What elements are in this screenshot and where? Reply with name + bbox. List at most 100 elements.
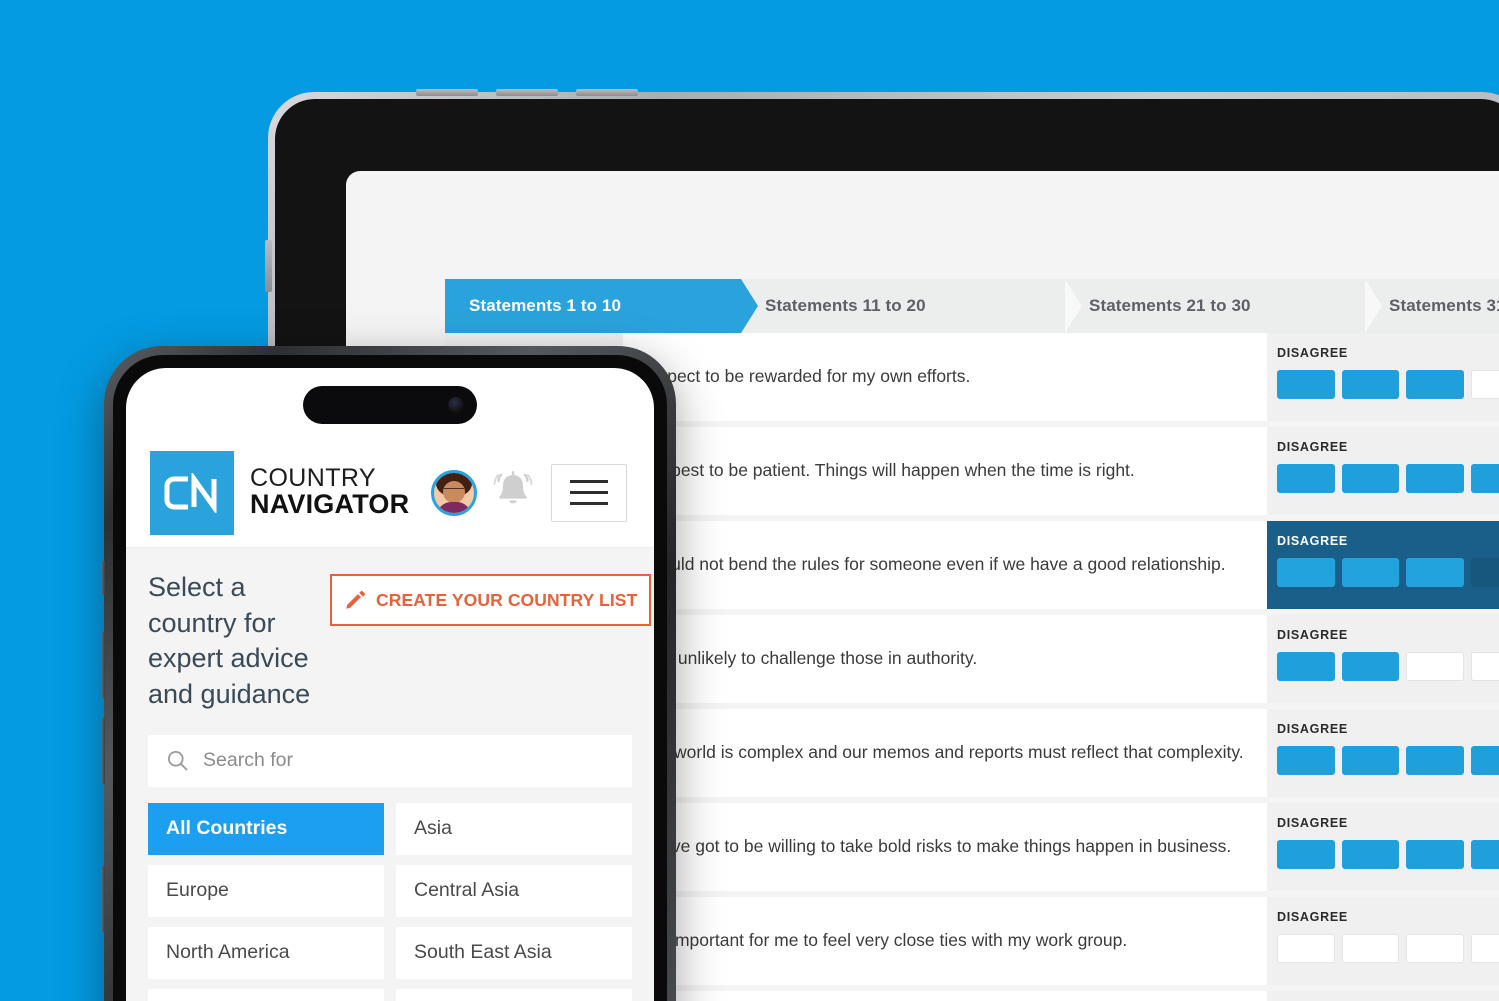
tab-statements-11-20[interactable]: Statements 11 to 20 bbox=[741, 279, 1082, 333]
rating-segment[interactable] bbox=[1470, 370, 1499, 399]
rating-segment[interactable] bbox=[1470, 464, 1499, 493]
tab-statements-1-10[interactable]: Statements 1 to 10 bbox=[445, 279, 758, 333]
phone-power-button[interactable] bbox=[101, 866, 105, 932]
tab-label: Statements 11 to 20 bbox=[765, 296, 926, 315]
rating-segment[interactable] bbox=[1406, 840, 1464, 869]
region-item[interactable]: Central Asia bbox=[396, 864, 632, 917]
statement-text: You've got to be willing to take bold ri… bbox=[623, 803, 1267, 891]
rating-segment[interactable] bbox=[1341, 840, 1399, 869]
rating-segment[interactable] bbox=[1470, 934, 1499, 963]
tab-statements-21-30[interactable]: Statements 21 to 30 bbox=[1065, 279, 1382, 333]
avatar-glasses bbox=[444, 487, 465, 493]
phone-volume-up-button[interactable] bbox=[101, 632, 105, 698]
rating-scale[interactable]: DISAGREE bbox=[1267, 521, 1499, 609]
region-item[interactable]: Middle East bbox=[396, 988, 632, 1001]
search-input[interactable]: Search for bbox=[148, 734, 632, 787]
search-placeholder: Search for bbox=[203, 749, 293, 771]
region-item[interactable]: Europe bbox=[148, 864, 384, 917]
rating-segment[interactable] bbox=[1470, 652, 1499, 681]
rating-scale[interactable]: DISAGREE bbox=[1267, 427, 1499, 515]
statement-text: I am unlikely to challenge those in auth… bbox=[623, 615, 1267, 703]
rating-segment[interactable] bbox=[1277, 934, 1335, 963]
rating-scale[interactable]: DISAGREE bbox=[1267, 897, 1499, 985]
statement-text: It is important for me to feel very clos… bbox=[623, 897, 1267, 985]
tab-label: Statements 1 to 10 bbox=[469, 296, 622, 315]
statement-text: I would not bend the rules for someone e… bbox=[623, 521, 1267, 609]
rating-label: DISAGREE bbox=[1277, 440, 1348, 454]
rating-label: DISAGREE bbox=[1277, 346, 1348, 360]
phone-mute-switch[interactable] bbox=[101, 561, 105, 595]
rating-segment[interactable] bbox=[1277, 840, 1335, 869]
statement-text: I expect to be rewarded for my own effor… bbox=[623, 333, 1267, 421]
tablet-side-button-1[interactable] bbox=[265, 240, 272, 292]
rating-segment[interactable] bbox=[1470, 558, 1499, 587]
rating-segment[interactable] bbox=[1406, 934, 1464, 963]
rating-segment[interactable] bbox=[1341, 746, 1399, 775]
rating-label: DISAGREE bbox=[1277, 910, 1348, 924]
rating-segment[interactable] bbox=[1277, 464, 1335, 493]
rating-scale[interactable]: DISAGREE bbox=[1267, 333, 1499, 421]
rating-segment[interactable] bbox=[1341, 370, 1399, 399]
rating-segment[interactable] bbox=[1341, 934, 1399, 963]
tab-notch-icon bbox=[1065, 279, 1082, 333]
region-item[interactable]: Central America bbox=[148, 988, 384, 1001]
rating-scale[interactable]: DISAGREE bbox=[1267, 709, 1499, 797]
rating-segment[interactable] bbox=[1277, 370, 1335, 399]
rating-segment[interactable] bbox=[1341, 558, 1399, 587]
avatar-body bbox=[437, 501, 472, 513]
cta-label: CREATE YOUR COUNTRY LIST bbox=[376, 589, 638, 610]
dynamic-island bbox=[303, 386, 477, 424]
logo-line-2: NAVIGATOR bbox=[250, 489, 410, 520]
tab-statements-31-45[interactable]: Statements 31 to 45 bbox=[1365, 279, 1499, 333]
rating-segments bbox=[1277, 840, 1499, 869]
rating-label: DISAGREE bbox=[1277, 534, 1348, 548]
rating-label: DISAGREE bbox=[1277, 722, 1348, 736]
search-icon bbox=[167, 750, 188, 771]
rating-segment[interactable] bbox=[1341, 464, 1399, 493]
rating-segments bbox=[1277, 464, 1499, 493]
rating-segment[interactable] bbox=[1341, 652, 1399, 681]
rating-scale[interactable]: DISAGREE bbox=[1267, 615, 1499, 703]
hamburger-menu-icon[interactable] bbox=[551, 463, 628, 522]
region-item[interactable]: North America bbox=[148, 926, 384, 979]
notification-bell-icon[interactable] bbox=[493, 469, 533, 516]
pencil-icon bbox=[346, 591, 365, 609]
logo-line-1: COUNTRY bbox=[250, 463, 376, 492]
create-country-list-button[interactable]: CREATE YOUR COUNTRY LIST bbox=[330, 574, 652, 626]
tab-label: Statements 31 to 45 bbox=[1389, 296, 1499, 315]
phone-volume-down-button[interactable] bbox=[101, 718, 105, 784]
rating-segments bbox=[1277, 370, 1499, 399]
rating-scale[interactable]: DISAGREE bbox=[1267, 803, 1499, 891]
rating-segment[interactable] bbox=[1470, 840, 1499, 869]
tablet-top-button-2[interactable] bbox=[496, 89, 558, 96]
region-item[interactable]: South East Asia bbox=[396, 926, 632, 979]
statement-text: The world is complex and our memos and r… bbox=[623, 709, 1267, 797]
logo-mark-icon[interactable] bbox=[150, 450, 234, 535]
tab-notch-icon bbox=[1365, 279, 1382, 333]
statement-text: It is very important that people respect… bbox=[623, 991, 1267, 1001]
rating-segment[interactable] bbox=[1406, 464, 1464, 493]
tablet-top-button-3[interactable] bbox=[576, 89, 638, 96]
rating-segment[interactable] bbox=[1277, 746, 1335, 775]
rating-label: DISAGREE bbox=[1277, 816, 1348, 830]
phone-screen: COUNTRY NAVIGATOR Select a country for e… bbox=[126, 368, 654, 1001]
rating-segment[interactable] bbox=[1277, 652, 1335, 681]
tab-label: Statements 21 to 30 bbox=[1089, 296, 1251, 315]
rating-segment[interactable] bbox=[1406, 370, 1464, 399]
rating-segment[interactable] bbox=[1406, 746, 1464, 775]
front-camera-icon bbox=[448, 397, 464, 413]
rating-segment[interactable] bbox=[1470, 746, 1499, 775]
rating-segment[interactable] bbox=[1277, 558, 1335, 587]
region-item[interactable]: All Countries bbox=[148, 802, 384, 855]
rating-segment[interactable] bbox=[1406, 558, 1464, 587]
rating-segment[interactable] bbox=[1406, 652, 1464, 681]
logo-wordmark: COUNTRY NAVIGATOR bbox=[250, 463, 410, 520]
tablet-top-button-1[interactable] bbox=[416, 89, 478, 96]
rating-scale[interactable]: DISAGREE bbox=[1267, 991, 1499, 1001]
region-item[interactable]: Asia bbox=[396, 802, 632, 855]
panel-heading: Select a country for expert advice and g… bbox=[148, 572, 311, 709]
statement-tabs: Statements 1 to 10 Statements 11 to 20 S… bbox=[445, 279, 1499, 333]
app-header: COUNTRY NAVIGATOR bbox=[126, 438, 654, 548]
panel-top: Select a country for expert advice and g… bbox=[148, 570, 652, 713]
avatar[interactable] bbox=[431, 469, 478, 516]
